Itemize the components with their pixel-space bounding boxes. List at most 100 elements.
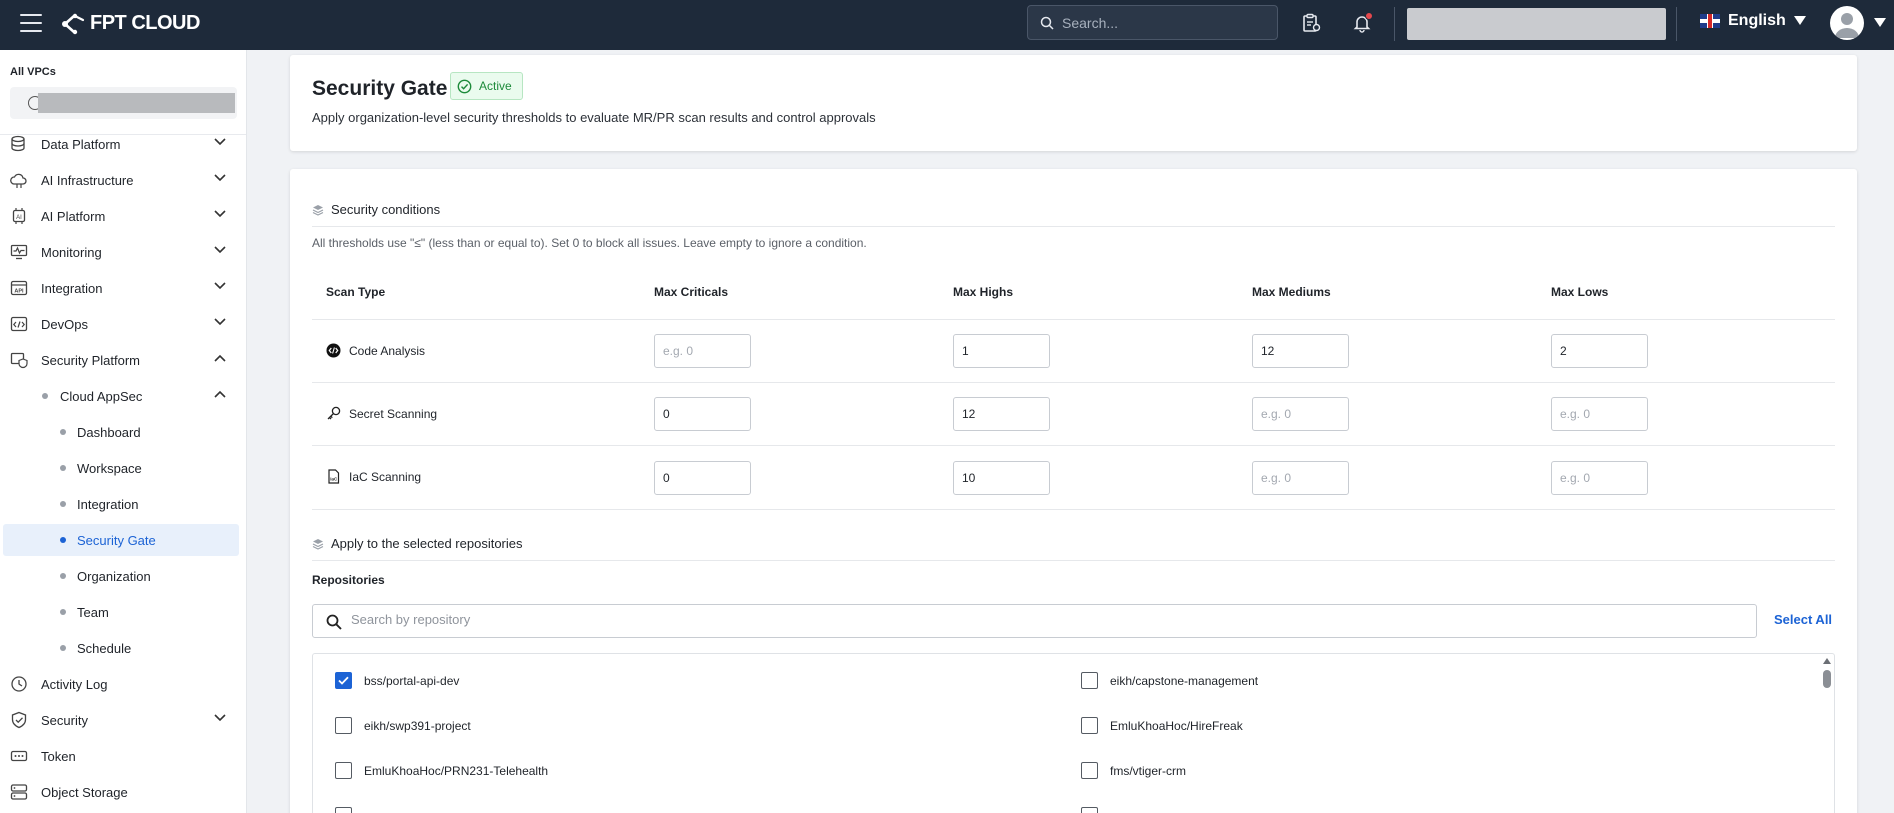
vpc-label: All VPCs bbox=[10, 66, 56, 78]
checkbox[interactable] bbox=[1081, 717, 1098, 734]
sidebar-item-ai-platform[interactable]: AI AI Platform bbox=[0, 200, 246, 232]
bullet-icon bbox=[60, 429, 66, 435]
notification-bell-icon[interactable] bbox=[1350, 11, 1374, 35]
secret-scanning-max-lows-input[interactable] bbox=[1551, 397, 1648, 431]
bullet-icon bbox=[60, 645, 66, 651]
select-all-link[interactable]: Select All bbox=[1774, 612, 1832, 627]
repo-item-partial[interactable] bbox=[335, 807, 352, 813]
ai-chip-icon: AI bbox=[12, 208, 26, 224]
brand-logo[interactable]: FPT CLOUD bbox=[60, 12, 200, 35]
checkbox[interactable] bbox=[1081, 762, 1098, 779]
sidebar-item-security[interactable]: Security bbox=[0, 704, 246, 736]
scroll-up-icon[interactable] bbox=[1823, 658, 1831, 664]
repo-item[interactable]: fms/vtiger-crm bbox=[1081, 762, 1186, 779]
column-header-scan-type: Scan Type bbox=[326, 285, 386, 299]
repository-search-input[interactable] bbox=[351, 612, 1731, 627]
secret-scanning-max-criticals-input[interactable] bbox=[654, 397, 751, 431]
token-icon bbox=[10, 750, 28, 762]
divider bbox=[312, 226, 1835, 227]
sidebar-item-devops[interactable]: DevOps bbox=[0, 308, 246, 340]
sidebar-item-label: Object Storage bbox=[41, 784, 128, 800]
sidebar-item-appsec-integration[interactable]: Integration bbox=[0, 488, 246, 520]
vpc-value-redacted bbox=[38, 93, 235, 113]
caret-down-icon[interactable] bbox=[1874, 18, 1886, 28]
sidebar-item-label: Schedule bbox=[77, 640, 132, 656]
repo-item[interactable]: EmluKhoaHoc/HireFreak bbox=[1081, 717, 1243, 734]
code-analysis-max-criticals-input[interactable] bbox=[654, 334, 751, 368]
repo-name: eikh/capstone-management bbox=[1110, 673, 1259, 688]
code-window-icon bbox=[10, 316, 28, 332]
sidebar-item-integration[interactable]: API Integration bbox=[0, 272, 246, 304]
page-description: Apply organization-level security thresh… bbox=[312, 110, 876, 125]
column-header-max-mediums: Max Mediums bbox=[1252, 285, 1331, 299]
chevron-down-icon bbox=[214, 246, 226, 254]
section-title-label: Security conditions bbox=[331, 202, 441, 217]
iac-scanning-max-lows-input[interactable] bbox=[1551, 461, 1648, 495]
menu-icon[interactable] bbox=[20, 14, 42, 32]
sidebar-item-team[interactable]: Team bbox=[0, 596, 246, 628]
repository-list-scrollbar[interactable] bbox=[1820, 654, 1834, 813]
vpc-selector[interactable] bbox=[10, 87, 237, 119]
iac-file-icon: IaC bbox=[328, 469, 340, 484]
sidebar-item-label: Activity Log bbox=[41, 676, 108, 692]
global-search[interactable] bbox=[1027, 5, 1278, 40]
fpt-logo-icon bbox=[62, 13, 85, 34]
sidebar-item-organization[interactable]: Organization bbox=[0, 560, 246, 592]
repo-item[interactable]: eikh/swp391-project bbox=[335, 717, 471, 734]
checkbox[interactable] bbox=[1081, 672, 1098, 689]
repositories-label: Repositories bbox=[312, 573, 385, 587]
sidebar-item-monitoring[interactable]: Monitoring bbox=[0, 236, 246, 268]
repo-item[interactable]: eikh/capstone-management bbox=[1081, 672, 1258, 689]
sidebar-item-label: AI Platform bbox=[41, 208, 106, 224]
code-analysis-max-highs-input[interactable] bbox=[953, 334, 1050, 368]
sidebar-item-ai-infrastructure[interactable]: AI Infrastructure bbox=[0, 164, 246, 196]
user-avatar[interactable] bbox=[1830, 6, 1864, 40]
secret-scanning-max-mediums-input[interactable] bbox=[1252, 397, 1349, 431]
checkbox[interactable] bbox=[335, 807, 352, 813]
scroll-thumb[interactable] bbox=[1823, 670, 1831, 688]
svg-text:IaC: IaC bbox=[330, 477, 338, 482]
sidebar-item-security-gate[interactable]: Security Gate bbox=[3, 524, 239, 556]
code-analysis-max-lows-input[interactable] bbox=[1551, 334, 1648, 368]
sidebar-item-activity-log[interactable]: Activity Log bbox=[0, 668, 246, 700]
divider bbox=[312, 509, 1835, 510]
chevron-down-icon bbox=[214, 138, 226, 146]
global-search-input[interactable] bbox=[1062, 14, 1262, 31]
language-selector[interactable]: English bbox=[1700, 12, 1806, 30]
checkbox[interactable] bbox=[1081, 807, 1098, 813]
repo-item-partial[interactable] bbox=[1081, 807, 1098, 813]
sidebar-item-cloud-appsec[interactable]: Cloud AppSec bbox=[0, 380, 246, 412]
svg-text:AI: AI bbox=[16, 215, 22, 221]
sidebar-item-label: Cloud AppSec bbox=[60, 388, 143, 404]
sidebar-item-label: AI Infrastructure bbox=[41, 172, 134, 188]
iac-scanning-max-criticals-input[interactable] bbox=[654, 461, 751, 495]
sidebar-item-dashboard[interactable]: Dashboard bbox=[0, 416, 246, 448]
checkbox[interactable] bbox=[335, 762, 352, 779]
page-header-card: Security Gate Active Apply organization-… bbox=[290, 55, 1857, 151]
checkbox[interactable] bbox=[335, 717, 352, 734]
bullet-icon bbox=[42, 393, 48, 399]
sidebar-item-object-storage[interactable]: Object Storage bbox=[0, 776, 246, 808]
scan-type-label: Secret Scanning bbox=[349, 406, 438, 421]
sidebar-item-label: Security bbox=[41, 712, 88, 728]
repo-item[interactable]: EmluKhoaHoc/PRN231-Telehealth bbox=[335, 762, 548, 779]
sidebar-item-workspace[interactable]: Workspace bbox=[0, 452, 246, 484]
sidebar-item-security-platform[interactable]: Security Platform bbox=[0, 344, 246, 376]
iac-scanning-max-mediums-input[interactable] bbox=[1252, 461, 1349, 495]
sidebar-item-data-platform[interactable]: Data Platform bbox=[0, 128, 246, 160]
clipboard-settings-icon[interactable] bbox=[1299, 11, 1323, 35]
code-analysis-max-mediums-input[interactable] bbox=[1252, 334, 1349, 368]
secret-scanning-max-highs-input[interactable] bbox=[953, 397, 1050, 431]
sidebar-item-schedule[interactable]: Schedule bbox=[0, 632, 246, 664]
repo-item[interactable]: bss/portal-api-dev bbox=[335, 672, 459, 689]
account-selector[interactable] bbox=[1407, 8, 1666, 40]
check-icon bbox=[338, 676, 349, 685]
checkbox-checked[interactable] bbox=[335, 672, 352, 689]
sidebar-item-label: Organization bbox=[77, 568, 151, 584]
iac-scanning-max-highs-input[interactable] bbox=[953, 461, 1050, 495]
sidebar-item-token[interactable]: Token bbox=[0, 740, 246, 772]
repository-search[interactable] bbox=[312, 604, 1757, 638]
divider bbox=[1676, 7, 1677, 41]
column-header-max-highs: Max Highs bbox=[953, 285, 1014, 299]
chevron-up-icon bbox=[214, 390, 226, 398]
